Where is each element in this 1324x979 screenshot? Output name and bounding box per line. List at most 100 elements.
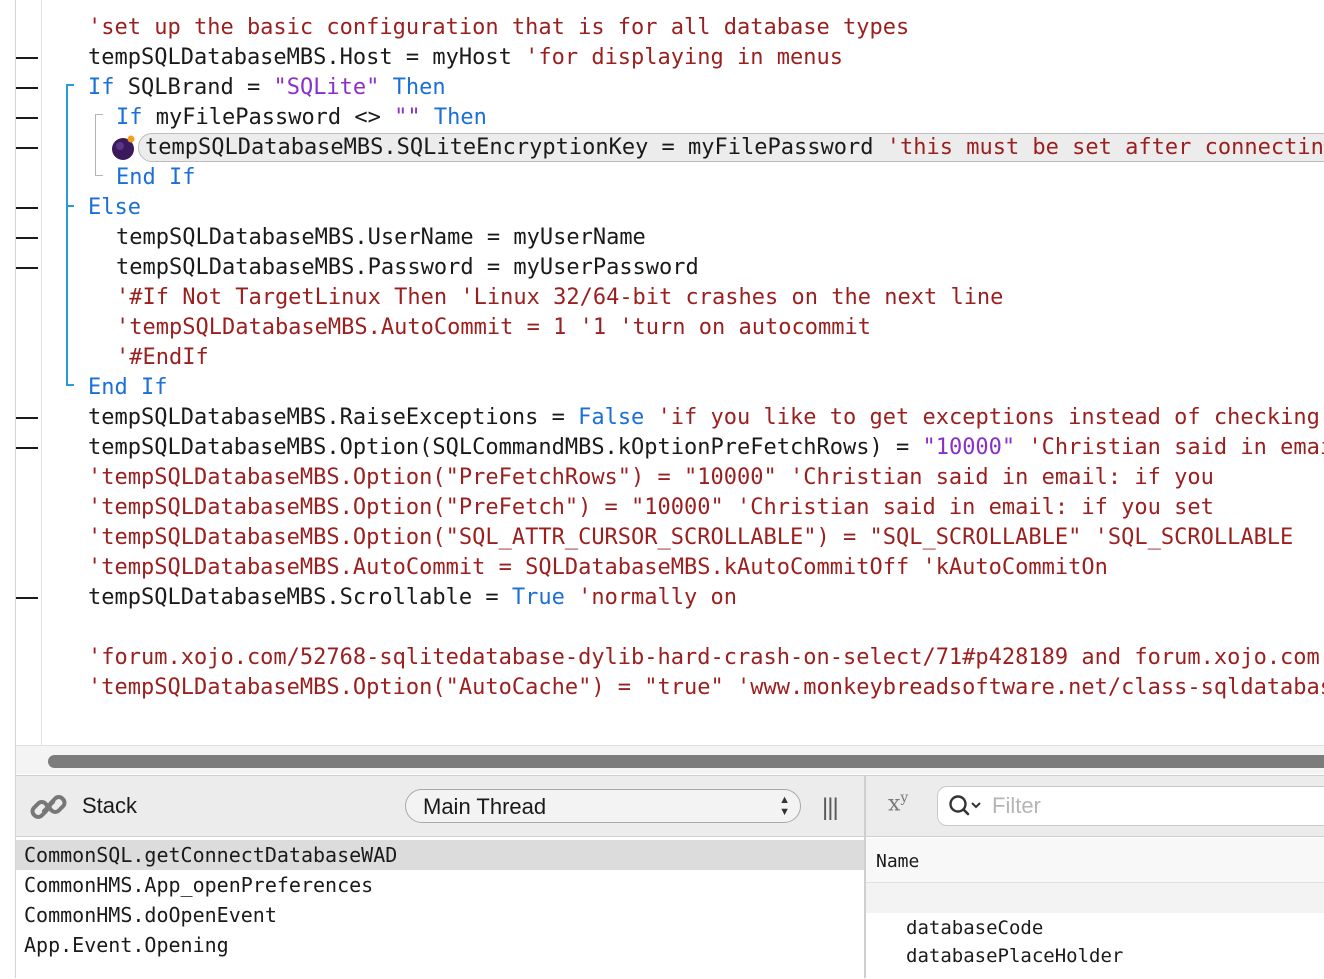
code-token-com: 'tempSQLDatabaseMBS.AutoCommit = 1 '1 't… (116, 315, 871, 340)
code-line[interactable]: '#If Not TargetLinux Then 'Linux 32/64-b… (0, 283, 1324, 313)
breakpoint-marker[interactable] (16, 447, 38, 449)
code-token-plain: tempSQLDatabaseMBS.Option(SQLCommandMBS.… (88, 435, 923, 460)
code-token-kw: If (116, 105, 143, 130)
breakpoint-marker[interactable] (16, 267, 38, 269)
code-token-plain: tempSQLDatabaseMBS.Scrollable = (88, 585, 512, 610)
code-line[interactable]: If myFilePassword <> "" Then (0, 103, 1324, 133)
stack-frame-label: App.Event.Opening (24, 933, 229, 957)
code-token-com: 'Christian said in email (1028, 435, 1324, 460)
search-icon[interactable] (948, 794, 984, 818)
stack-frame-row[interactable]: CommonHMS.doOpenEvent (16, 900, 864, 930)
code-token-plain: tempSQLDatabaseMBS.Password = myUserPass… (116, 255, 699, 280)
up-down-arrows-icon: ▲ ▼ (779, 794, 790, 818)
code-token-kw: Else (88, 195, 141, 220)
variable-row[interactable]: databasePlaceHolder (906, 942, 1123, 970)
code-line[interactable]: '#EndIf (0, 343, 1324, 373)
variable-format-icon[interactable]: xy (888, 790, 908, 816)
stack-frame-label: CommonSQL.getConnectDatabaseWAD (24, 843, 398, 867)
code-text: tempSQLDatabaseMBS.RaiseExceptions = Fal… (88, 403, 1320, 433)
code-token-com: 'tempSQLDatabaseMBS.AutoCommit = SQLData… (88, 555, 1108, 580)
thread-select[interactable]: Main Thread ▲ ▼ (405, 789, 801, 823)
stack-frame-row[interactable]: App.Event.Opening (16, 930, 864, 960)
breakpoint-marker[interactable] (16, 237, 38, 239)
code-token-plain: tempSQLDatabaseMBS.Host = myHost (88, 45, 526, 70)
filter-field[interactable] (937, 786, 1324, 826)
stack-label: Stack (82, 793, 138, 818)
code-text: Else (88, 193, 141, 223)
code-line[interactable]: 'tempSQLDatabaseMBS.Option("AutoCache") … (0, 673, 1324, 703)
columns-icon[interactable]: ||| (822, 794, 839, 822)
stack-frame-row[interactable]: CommonSQL.getConnectDatabaseWAD (16, 840, 864, 870)
code-token-com: 'forum.xojo.com/52768-sqlitedatabase-dyl… (88, 645, 1320, 670)
code-token-com: 'tempSQLDatabaseMBS.Option("AutoCache") … (88, 675, 1324, 700)
breakpoint-marker[interactable] (16, 207, 38, 209)
code-line[interactable]: 'forum.xojo.com/52768-sqlitedatabase-dyl… (0, 643, 1324, 673)
code-token-com: 'for displaying in menus (525, 45, 843, 70)
breakpoint-marker[interactable] (16, 597, 38, 599)
code-line[interactable]: 'tempSQLDatabaseMBS.Option("PreFetchRows… (0, 463, 1324, 493)
link-icon (30, 795, 67, 819)
code-token-com: 'tempSQLDatabaseMBS.Option("PreFetch") =… (88, 495, 1214, 520)
variables-header: Name (866, 838, 1324, 883)
code-token-com: 'tempSQLDatabaseMBS.Option("SQL_ATTR_CUR… (88, 525, 1294, 550)
code-line[interactable]: tempSQLDatabaseMBS.Host = myHost 'for di… (0, 43, 1324, 73)
code-token-com: '#If Not TargetLinux Then 'Linux 32/64-b… (116, 285, 1004, 310)
code-text: 'tempSQLDatabaseMBS.Option("AutoCache") … (88, 673, 1324, 703)
code-text: tempSQLDatabaseMBS.UserName = myUserName (116, 223, 646, 253)
code-text: tempSQLDatabaseMBS.Password = myUserPass… (116, 253, 699, 283)
code-line[interactable]: tempSQLDatabaseMBS.Option(SQLCommandMBS.… (0, 433, 1324, 463)
code-text: 'forum.xojo.com/52768-sqlitedatabase-dyl… (88, 643, 1320, 673)
code-line[interactable] (0, 613, 1324, 643)
stack-frame-label: CommonHMS.doOpenEvent (24, 903, 277, 927)
code-line[interactable]: 'tempSQLDatabaseMBS.AutoCommit = SQLData… (0, 553, 1324, 583)
code-token-plain: tempSQLDatabaseMBS.RaiseExceptions = (88, 405, 579, 430)
code-text: 'set up the basic configuration that is … (88, 13, 909, 43)
scrollbar-thumb[interactable] (48, 755, 1324, 768)
variable-row[interactable]: databaseCode (906, 914, 1043, 942)
code-line[interactable]: End If (0, 163, 1324, 193)
code-text: End If (116, 163, 195, 193)
stack-frame-label: CommonHMS.App_openPreferences (24, 873, 374, 897)
code-line[interactable]: tempSQLDatabaseMBS.UserName = myUserName (0, 223, 1324, 253)
code-line[interactable]: 'tempSQLDatabaseMBS.Option("PreFetch") =… (0, 493, 1324, 523)
stack-frame-row[interactable]: CommonHMS.App_openPreferences (16, 870, 864, 900)
code-text: 'tempSQLDatabaseMBS.Option("SQL_ATTR_CUR… (88, 523, 1293, 553)
code-line[interactable]: tempSQLDatabaseMBS.RaiseExceptions = Fal… (0, 403, 1324, 433)
horizontal-scrollbar[interactable] (16, 745, 1324, 774)
code-token-kw: False (578, 405, 645, 430)
code-line[interactable]: tempSQLDatabaseMBS.SQLiteEncryptionKey =… (0, 133, 1324, 163)
code-text: tempSQLDatabaseMBS.Scrollable = True 'no… (88, 583, 737, 613)
breakpoint-marker[interactable] (16, 417, 38, 419)
code-line[interactable]: End If (0, 373, 1324, 403)
breakpoint-marker[interactable] (16, 57, 38, 59)
breakpoint-marker[interactable] (16, 87, 38, 89)
code-text: 'tempSQLDatabaseMBS.AutoCommit = 1 '1 't… (116, 313, 871, 343)
code-token-kw: Then (433, 105, 487, 130)
code-token-kw: End If (88, 375, 168, 400)
variables-panel: xy Name databaseCodedatabasePlaceHolder (866, 775, 1324, 979)
code-text: '#If Not TargetLinux Then 'Linux 32/64-b… (116, 283, 1003, 313)
code-line[interactable]: If SQLBrand = "SQLite" Then (0, 73, 1324, 103)
code-line[interactable]: 'tempSQLDatabaseMBS.Option("SQL_ATTR_CUR… (0, 523, 1324, 553)
breakpoint-marker[interactable] (16, 117, 38, 119)
code-text: End If (88, 373, 167, 403)
code-token-com: 'tempSQLDatabaseMBS.Option("PreFetchRows… (88, 465, 1214, 490)
code-line[interactable]: 'tempSQLDatabaseMBS.AutoCommit = 1 '1 't… (0, 313, 1324, 343)
code-text: tempSQLDatabaseMBS.Option(SQLCommandMBS.… (88, 433, 1324, 463)
code-text: tempSQLDatabaseMBS.Host = myHost 'for di… (88, 43, 843, 73)
code-line[interactable]: Else (0, 193, 1324, 223)
code-line[interactable]: 'set up the basic configuration that is … (0, 13, 1324, 43)
code-line[interactable]: tempSQLDatabaseMBS.Scrollable = True 'no… (0, 583, 1324, 613)
code-token-str: "10000" (922, 435, 1016, 460)
code-text: If SQLBrand = "SQLite" Then (88, 73, 446, 103)
code-line[interactable]: tempSQLDatabaseMBS.Password = myUserPass… (0, 253, 1324, 283)
breakpoint-marker[interactable] (16, 147, 38, 149)
code-editor[interactable]: 'set up the basic configuration that is … (0, 0, 1324, 745)
stack-toolbar: Stack Main Thread ▲ ▼ ||| (16, 776, 864, 837)
code-token-plain: myFilePassword <> (142, 105, 395, 130)
name-column-header[interactable]: Name (876, 851, 919, 872)
filter-input[interactable] (990, 792, 1294, 820)
